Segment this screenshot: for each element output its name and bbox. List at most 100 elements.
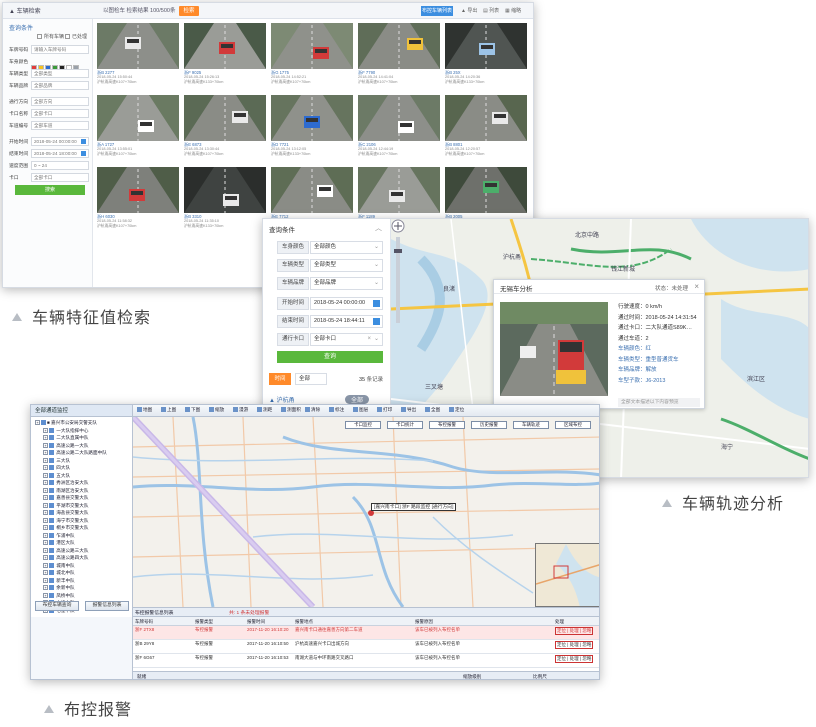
- checkpoint-select[interactable]: 全部卡口: [31, 109, 89, 118]
- expand-icon[interactable]: +: [43, 442, 48, 448]
- toolbar-button[interactable]: 缩放: [209, 407, 224, 413]
- speed-range-input[interactable]: 0 ~ 24: [31, 161, 89, 170]
- query-checkpoint[interactable]: 通行卡口 全部卡口 × ⌄: [277, 333, 383, 346]
- vehicle-thumbnail[interactable]: [445, 23, 527, 69]
- checkpoint-select[interactable]: 全部卡口 × ⌄: [310, 333, 383, 346]
- tree-node[interactable]: + 余新中队: [35, 584, 131, 592]
- expand-icon[interactable]: +: [43, 592, 48, 598]
- expand-icon[interactable]: +: [43, 547, 48, 553]
- search-button[interactable]: 搜索: [15, 185, 85, 195]
- tree-node[interactable]: + 五大队: [35, 472, 131, 480]
- watchlist-query-button[interactable]: 布控车辆查询: [35, 601, 79, 611]
- result-card[interactable]: 浙D 7721 2018-05-24 13:12:05 沪杭甬高速K133+70km: [271, 95, 353, 156]
- column-header[interactable]: 处理: [553, 617, 599, 625]
- map-card-button[interactable]: 卡口统计: [387, 421, 423, 429]
- vehicle-thumbnail[interactable]: [184, 23, 266, 69]
- expand-icon[interactable]: +: [43, 510, 48, 516]
- result-card[interactable]: 浙G 1775 2018-05-24 14:52:21 沪杭甬高速K107+70km: [271, 23, 353, 84]
- expand-icon[interactable]: +: [43, 577, 48, 583]
- query-button[interactable]: 查询: [277, 351, 383, 363]
- vehicle-thumbnail[interactable]: [184, 95, 266, 141]
- column-header[interactable]: 车牌号码: [133, 617, 193, 625]
- toolbar-button[interactable]: 清除: [305, 407, 320, 413]
- filter-end-time[interactable]: 结束时间 2018-05-24 18:00:00: [9, 149, 89, 158]
- watchlist-button[interactable]: 布控车辆列表: [421, 6, 453, 16]
- toolbar-button[interactable]: 全图: [425, 407, 440, 413]
- map-card-button[interactable]: 历史报警: [471, 421, 507, 429]
- search-top-button[interactable]: 检索: [179, 6, 199, 16]
- close-icon[interactable]: ×: [367, 334, 371, 345]
- toolbar-button[interactable]: 漫游: [233, 407, 248, 413]
- expand-icon[interactable]: +: [43, 495, 48, 501]
- tree-node[interactable]: + 四大队: [35, 464, 131, 472]
- toolbar-button[interactable]: 导出: [401, 407, 416, 413]
- tree-node[interactable]: + 高速公路四大队: [35, 554, 131, 562]
- result-card[interactable]: 浙E 6873 2018-05-24 13:30:44 沪杭甬高速K107+70km: [184, 95, 266, 156]
- expand-icon[interactable]: +: [43, 540, 48, 546]
- expand-icon[interactable]: +: [43, 570, 48, 576]
- alarm-list-button[interactable]: 报警信息列表: [85, 601, 129, 611]
- map-card-button[interactable]: 卡口监控: [345, 421, 381, 429]
- vehicle-thumbnail[interactable]: [445, 167, 527, 213]
- tree-node[interactable]: + 桐乡市交警大队: [35, 524, 131, 532]
- result-card[interactable]: 浙B 3310 2018-05-24 11:35:10 沪杭甬高速K133+70km: [184, 167, 266, 228]
- expand-icon[interactable]: +: [43, 487, 48, 493]
- tree-node[interactable]: + 嘉善县交警大队: [35, 494, 131, 502]
- all-vehicles-checkbox[interactable]: 所有车辆: [37, 33, 64, 40]
- column-header[interactable]: 报警类型: [193, 617, 245, 625]
- expand-icon[interactable]: +: [43, 480, 48, 486]
- tree-node[interactable]: + 凤桥中队: [35, 592, 131, 600]
- filter-checkpoint[interactable]: 卡口名称 全部卡口: [9, 109, 89, 118]
- tree-node[interactable]: + 平湖市交警大队: [35, 502, 131, 510]
- brand-select[interactable]: 全部品牌: [31, 81, 89, 90]
- toolbar-button[interactable]: 标注: [329, 407, 344, 413]
- tree-node[interactable]: + 海宁市交警大队: [35, 517, 131, 525]
- result-card[interactable]: 浙F 7790 2018-05-24 14:41:04 沪杭甬高速K107+70km: [358, 23, 440, 84]
- toolbar-button[interactable]: 打印: [377, 407, 392, 413]
- tree-node[interactable]: + 一大队指挥中心: [35, 427, 131, 435]
- tree-node[interactable]: + 城北中队: [35, 569, 131, 577]
- expand-icon[interactable]: +: [43, 457, 48, 463]
- map-card-button[interactable]: 区域布控: [555, 421, 591, 429]
- start-time-input[interactable]: 2018-05-24 00:00:00: [31, 137, 89, 146]
- action-links[interactable]: 定位 | 处理 | 忽略: [555, 655, 594, 663]
- table-row[interactable]: 浙F 6G67 布控报警 2017-11-20 16:10:53 南湖大道与中环南路交…: [133, 654, 599, 668]
- result-card[interactable]: 浙H 6030 2018-05-24 11:58:32 沪杭甬高速K107+70km: [97, 167, 179, 228]
- end-time-input[interactable]: 2018-05-24 18:00:00: [31, 149, 89, 158]
- query-color[interactable]: 车身颜色 全部颜色 ⌄: [277, 241, 383, 254]
- vehicle-thumbnail[interactable]: [271, 23, 353, 69]
- filter-type[interactable]: 车辆类型 全部类型: [9, 69, 89, 78]
- vehicle-thumbnail[interactable]: [358, 95, 440, 141]
- query-type[interactable]: 车辆类型 全部类型 ⌄: [277, 259, 383, 272]
- row-actions[interactable]: 定位 | 处理 | 忽略: [553, 654, 599, 667]
- result-card[interactable]: 浙B 2277 2018-05-24 15:50:44 沪杭甬高速K107+70km: [97, 23, 179, 84]
- filter-lane[interactable]: 车道编号 全部车道: [9, 121, 89, 130]
- chevron-up-icon[interactable]: ︿: [375, 223, 382, 233]
- table-row[interactable]: 浙B 29Y8 布控报警 2017-11-20 16:10:50 沪杭高速嘉兴卡口出城…: [133, 640, 599, 654]
- filter-start-time[interactable]: 开始时间 2018-05-24 00:00:00: [9, 137, 89, 146]
- filter-plate[interactable]: 车牌号码 请输入车牌号码: [9, 45, 89, 54]
- tree-node[interactable]: + 城南中队: [35, 562, 131, 570]
- row-actions[interactable]: 定位 | 处理 | 忽略: [553, 640, 599, 653]
- filter-color[interactable]: 车身颜色: [9, 57, 89, 71]
- overview-map[interactable]: [535, 543, 599, 607]
- all-button[interactable]: 全部: [345, 395, 370, 404]
- direction-select[interactable]: 全部方向: [31, 97, 89, 106]
- tree-node[interactable]: + 二大队直属中队: [35, 434, 131, 442]
- tree-node[interactable]: + 高速公路三大队: [35, 547, 131, 555]
- vehicle-thumbnail[interactable]: [97, 167, 179, 213]
- result-card[interactable]: 浙B 8801 2018-05-24 12:20:57 沪杭甬高速K107+70km: [445, 95, 527, 156]
- type-select[interactable]: 全部类型 ⌄: [310, 259, 383, 272]
- plate-input[interactable]: 请输入车牌号码: [31, 45, 89, 54]
- checkpoint-select-2[interactable]: 全部卡口: [31, 173, 89, 182]
- toolbar-button[interactable]: 图层: [353, 407, 368, 413]
- vehicle-thumbnail[interactable]: [358, 167, 440, 213]
- toolbar-button[interactable]: 地图: [137, 407, 152, 413]
- time-sort-badge[interactable]: 时间: [269, 373, 291, 385]
- expand-icon[interactable]: +: [43, 555, 48, 561]
- expand-icon[interactable]: +: [43, 525, 48, 531]
- lane-select[interactable]: 全部车道: [31, 121, 89, 130]
- filter-direction[interactable]: 通行方向 全部方向: [9, 97, 89, 106]
- tree-node[interactable]: + 乍浦中队: [35, 532, 131, 540]
- toolbar-button[interactable]: 测距: [257, 407, 272, 413]
